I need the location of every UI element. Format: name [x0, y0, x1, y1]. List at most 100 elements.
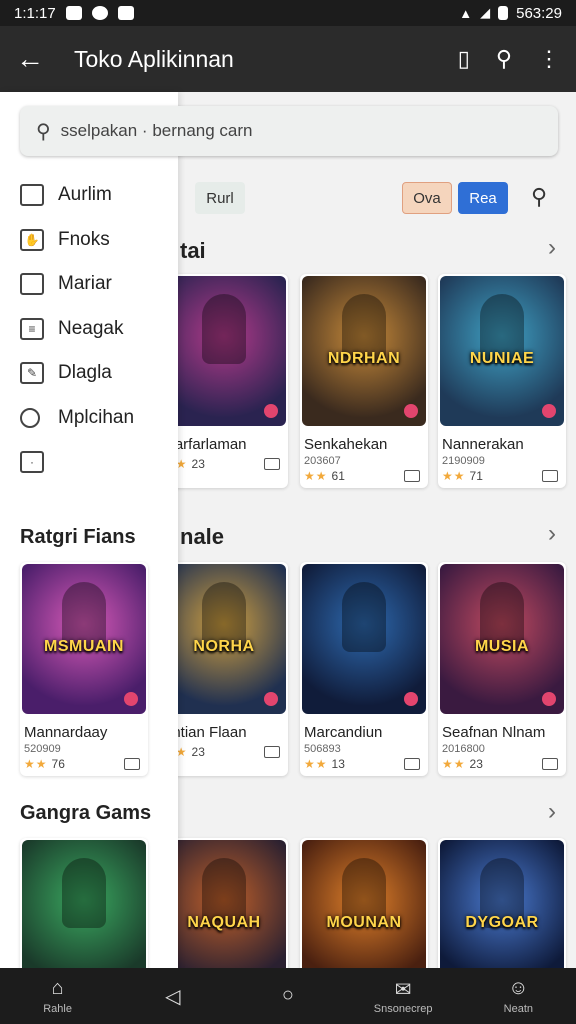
app-rating: ★★23 — [160, 743, 288, 759]
badge-icon — [264, 692, 278, 706]
app-card[interactable]: Marcandiun 506893 ★★ 13 — [300, 562, 428, 776]
drawer-item-0[interactable]: Aurlim — [20, 180, 112, 210]
back-arrow-icon[interactable]: ← — [16, 43, 56, 75]
badge-icon — [124, 692, 138, 706]
more-vert-icon[interactable]: ⋮ — [538, 46, 560, 72]
section-2-arrow-icon[interactable]: › — [548, 520, 556, 548]
drawer-item-1[interactable]: ✋ Fnoks — [20, 225, 110, 255]
status-time: 1:1:17 — [14, 4, 56, 22]
camera-icon — [65, 6, 82, 20]
app-name: Mannardaay — [24, 724, 108, 741]
section-title-2: nale — [180, 524, 225, 549]
search-icon — [20, 407, 40, 428]
download-icon[interactable] — [264, 746, 280, 758]
chip-rurl[interactable]: Rurl — [195, 182, 245, 214]
app-subtitle: 2016800 — [442, 743, 485, 755]
rating-value: 23 — [469, 757, 483, 771]
drawer-item-2[interactable]: Mariar — [20, 269, 112, 299]
section-3-arrow-icon[interactable]: › — [548, 798, 556, 826]
drawer-item-6[interactable]: · — [20, 447, 58, 477]
badge-icon — [264, 404, 278, 418]
download-icon[interactable] — [404, 758, 420, 770]
nav-home[interactable]: ⌂ Rahle — [8, 977, 108, 1015]
star-icon: ★★ — [442, 757, 466, 771]
drawer-item-label: Fnoks — [58, 228, 110, 250]
clipboard-button-icon[interactable]: ▯ — [458, 46, 470, 72]
app-thumbnail: MUSIA — [440, 564, 564, 714]
wifi-icon: ▲ — [459, 5, 473, 21]
app-thumbnail — [162, 276, 286, 426]
app-card[interactable]: MOUNAN — [300, 838, 428, 968]
battery-icon — [498, 6, 509, 20]
app-name: antian Flaan — [164, 724, 247, 741]
app-card[interactable]: DYGOAR — [438, 838, 566, 968]
character-figure — [202, 294, 246, 364]
star-icon: ★★ — [304, 469, 328, 483]
star-icon: ★★ — [442, 469, 466, 483]
game-logo-text: NUNIAE — [469, 350, 535, 367]
drawer-item-5[interactable]: Mplcihan — [20, 403, 134, 433]
home-circle-icon: ○ — [281, 984, 295, 1006]
download-icon[interactable] — [124, 758, 140, 770]
download-icon[interactable] — [542, 470, 558, 482]
section-1-arrow-icon[interactable]: › — [548, 234, 556, 262]
download-icon[interactable] — [542, 758, 558, 770]
app-thumbnail: MOUNAN — [302, 840, 426, 968]
badge-icon — [404, 404, 418, 418]
app-card[interactable]: MUSIA Seafnan Nlnam 2016800 ★★ 23 — [438, 562, 566, 776]
app-card[interactable]: Narfarlaman ★★23 — [160, 274, 288, 488]
app-name: Nannerakan — [442, 436, 524, 453]
bottom-nav-bar: ⌂ Rahle ◁ ○ ✉ Snsonecrep ☺ Neatn — [0, 968, 576, 1024]
app-title: Toko Aplikinnan — [74, 45, 234, 72]
search-icon[interactable]: ⚲ — [496, 46, 512, 72]
search-icon: ⚲ — [36, 120, 51, 143]
app-card[interactable]: NUNIAE Nannerakan 2190909 ★★ 71 — [438, 274, 566, 488]
nav-home-circle[interactable]: ○ — [238, 984, 338, 1008]
home-icon: ⌂ — [51, 977, 64, 999]
app-card[interactable]: NDRHAN Senkahekan 203607 ★★ 61 — [300, 274, 428, 488]
nav-profile[interactable]: ☺ Neatn — [468, 977, 568, 1015]
app-rating: ★★ 76 — [20, 755, 148, 771]
app-card[interactable]: NAQUAH — [160, 838, 288, 968]
mic-icon[interactable]: ⚲ — [531, 184, 547, 210]
nav-label-profile: Neatn — [503, 1003, 534, 1015]
game-logo-text: MOUNAN — [326, 914, 402, 931]
drawer-item-4[interactable]: ✎ Dlagla — [20, 358, 112, 388]
clipboard-icon — [20, 273, 44, 295]
game-logo-text: MSMUAIN — [44, 638, 124, 655]
nav-back[interactable]: ◁ — [123, 984, 223, 1008]
app-thumbnail: NUNIAE — [440, 276, 564, 426]
rating-value: 61 — [331, 469, 345, 483]
nav-inbox[interactable]: ✉ Snsonecrep — [353, 977, 453, 1015]
app-rating: ★★ 61 — [300, 467, 428, 483]
drawer-item-label: Dlagla — [58, 362, 112, 383]
game-logo-text: NAQUAH — [187, 914, 261, 931]
app-thumbnail: NDRHAN — [302, 276, 426, 426]
app-thumbnail: NORHA — [162, 564, 286, 714]
drawer-item-3[interactable]: ≡ Neagak — [20, 314, 124, 344]
character-figure — [62, 858, 106, 928]
chip-ova[interactable]: Ova — [402, 182, 452, 214]
drawer-item-label: Aurlim — [58, 184, 112, 205]
app-name: Marcandiun — [304, 724, 383, 741]
shield-icon — [91, 6, 108, 20]
search-placeholder: sselpakan · bernang carn — [60, 121, 253, 140]
drawer-item-label: Neagak — [58, 317, 124, 339]
badge-icon — [542, 404, 556, 418]
app-subtitle: 203607 — [304, 455, 341, 467]
app-subtitle: 2190909 — [442, 455, 485, 467]
chip-rea[interactable]: Rea — [458, 182, 508, 214]
search-input[interactable]: ⚲ sselpakan · bernang carn — [20, 106, 558, 156]
character-figure — [342, 582, 386, 652]
app-name: Seafnan Nlnam — [442, 724, 546, 741]
square-icon: · — [20, 451, 44, 473]
game-logo-text: NORHA — [193, 638, 255, 655]
drawer-item-label: Mplcihan — [58, 406, 135, 428]
hand-icon: ✋ — [20, 228, 44, 251]
app-card[interactable]: NORHA antian Flaan ★★23 — [160, 562, 288, 776]
app-card[interactable]: MSMUAIN Mannardaay 520909 ★★ 76 — [20, 562, 148, 776]
download-icon[interactable] — [404, 470, 420, 482]
download-icon[interactable] — [264, 458, 280, 470]
status-right-text: 563:29 — [516, 4, 562, 22]
nav-label-home: Rahle — [43, 1003, 72, 1015]
